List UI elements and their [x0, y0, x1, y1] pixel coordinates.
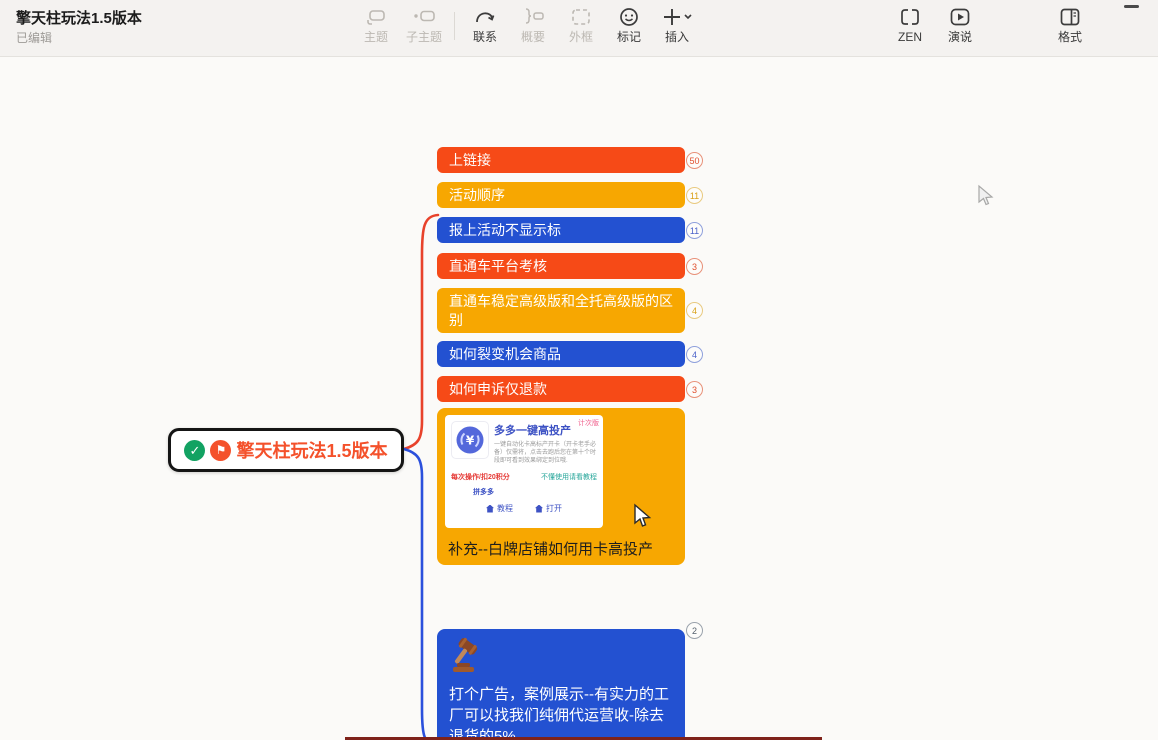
toolbar-center-group: 主题 子主题 联系	[352, 4, 701, 52]
badge-value: 3	[692, 262, 697, 272]
badge-value: 2	[692, 626, 697, 636]
topic-node[interactable]: 报上活动不显示标	[437, 217, 685, 243]
toolbar-presentation-label: 演说	[948, 30, 972, 44]
count-badge[interactable]: 4	[686, 302, 703, 319]
card-corner-tag: 计次版	[578, 418, 599, 428]
presentation-icon	[948, 4, 972, 30]
toolbar-topic-button[interactable]: 主题	[352, 4, 400, 52]
root-topic[interactable]: ✓ ⚑ 擎天柱玩法1.5版本	[168, 428, 404, 472]
home-icon	[486, 505, 494, 513]
badge-value: 11	[690, 191, 699, 201]
toolbar-insert-button[interactable]: 插入	[653, 4, 701, 52]
topic-label: 报上活动不显示标	[449, 221, 561, 240]
branch-brace-connector	[398, 197, 442, 740]
topic-node[interactable]: 上链接	[437, 147, 685, 173]
topic-node-ad[interactable]: 打个广告，案例展示--有实力的工厂可以找我们纯佣代运营收-除去退货的5%	[437, 629, 685, 740]
toolbar-boundary-label: 外框	[569, 30, 593, 44]
topic-label: 直通车平台考核	[449, 257, 547, 276]
zen-mode-icon	[898, 4, 922, 30]
card-notes-row: 每次操作/扣20积分 不懂使用请看教程	[451, 472, 597, 482]
topic-node[interactable]: 活动顺序	[437, 182, 685, 208]
count-badge[interactable]: 3	[686, 381, 703, 398]
card-header: ¥ 多多一键高投产 计次版 一键自动化卡高标产开卡（开卡老手必备）仅需将，点击去…	[451, 421, 597, 465]
summary-icon	[521, 4, 545, 30]
embedded-app-card[interactable]: ¥ 多多一键高投产 计次版 一键自动化卡高标产开卡（开卡老手必备）仅需将，点击去…	[445, 415, 603, 528]
toolbar-relationship-button[interactable]: 联系	[461, 4, 509, 52]
topic-icon	[364, 4, 388, 30]
document-status: 已编辑	[16, 29, 52, 46]
badge-value: 4	[692, 350, 697, 360]
toolbar-presentation-button[interactable]: 演说	[936, 4, 984, 52]
ghost-cursor-icon	[975, 184, 997, 208]
tutorial-button[interactable]: 教程	[486, 503, 513, 514]
toolbar-zen-button[interactable]: ZEN	[886, 4, 934, 52]
toolbar-format-label: 格式	[1058, 30, 1082, 44]
count-badge[interactable]: 2	[686, 622, 703, 639]
toolbar-right-group: ZEN 演说 格式	[886, 4, 1094, 52]
mindmap-canvas[interactable]: ✓ ⚑ 擎天柱玩法1.5版本 上链接 活动顺序 报上活动不显示标 直通车平台考核…	[0, 57, 1158, 740]
card-points-note: 每次操作/扣20积分	[451, 472, 510, 482]
count-badge[interactable]: 11	[686, 187, 703, 204]
badge-value: 4	[692, 306, 697, 316]
toolbar-relationship-label: 联系	[473, 30, 497, 44]
gavel-icon	[449, 637, 495, 675]
topic-node[interactable]: 直通车平台考核	[437, 253, 685, 279]
card-usage-tip: 不懂使用请看教程	[541, 472, 597, 482]
mindmap-app-window: 擎天柱玩法1.5版本 已编辑 主题 子	[0, 0, 1158, 740]
toolbar-topic-label: 主题	[364, 30, 388, 44]
toolbar-insert-label: 插入	[665, 30, 689, 44]
toolbar-summary-label: 概要	[521, 30, 545, 44]
tutorial-button-label: 教程	[497, 503, 513, 514]
toolbar-format-button[interactable]: 格式	[1046, 4, 1094, 52]
topic-label: 上链接	[449, 151, 491, 170]
topic-node-with-image[interactable]: ¥ 多多一键高投产 计次版 一键自动化卡高标产开卡（开卡老手必备）仅需将，点击去…	[437, 408, 685, 565]
home-icon	[535, 505, 543, 513]
boundary-icon	[569, 4, 593, 30]
count-badge[interactable]: 4	[686, 346, 703, 363]
toolbar-marker-label: 标记	[617, 30, 641, 44]
marker-icon	[617, 4, 641, 30]
topic-node[interactable]: 直通车稳定高级版和全托高级版的区别	[437, 288, 685, 333]
toolbar-separator	[454, 12, 455, 40]
check-icon[interactable]: ✓	[184, 440, 205, 461]
relationship-icon	[473, 4, 497, 30]
document-title: 擎天柱玩法1.5版本	[16, 7, 142, 28]
toolbar-subtopic-button[interactable]: 子主题	[400, 4, 448, 52]
card-buttons-row: 教程 打开	[451, 503, 597, 514]
flag-icon[interactable]: ⚑	[210, 440, 231, 461]
badge-value: 3	[692, 385, 697, 395]
svg-text:¥: ¥	[466, 434, 475, 448]
card-description: 一键自动化卡高标产开卡（开卡老手必备）仅需将，点击去跑后您在第十个时段即可看到效…	[494, 441, 597, 465]
toolbar-summary-button[interactable]: 概要	[509, 4, 557, 52]
format-panel-icon	[1058, 4, 1082, 30]
app-icon: ¥	[451, 421, 489, 459]
insert-icon	[662, 4, 692, 30]
window-control-dash	[1124, 5, 1139, 8]
card-header-text: 多多一键高投产 计次版 一键自动化卡高标产开卡（开卡老手必备）仅需将，点击去跑后…	[494, 421, 597, 465]
topic-label: 如何申诉仅退款	[449, 380, 547, 399]
topic-label: 直通车稳定高级版和全托高级版的区别	[449, 292, 673, 330]
count-badge[interactable]: 3	[686, 258, 703, 275]
topic-label: 活动顺序	[449, 186, 505, 205]
topic-label: 打个广告，案例展示--有实力的工厂可以找我们纯佣代运营收-除去退货的5%	[449, 684, 673, 740]
topic-label: 如何裂变机会商品	[449, 345, 561, 364]
open-button[interactable]: 打开	[535, 503, 562, 514]
subtopic-icon	[412, 4, 436, 30]
toolbar: 擎天柱玩法1.5版本 已编辑 主题 子	[0, 0, 1158, 57]
badge-value: 50	[689, 156, 699, 166]
toolbar-marker-button[interactable]: 标记	[605, 4, 653, 52]
topic-node[interactable]: 如何申诉仅退款	[437, 376, 685, 402]
toolbar-boundary-button[interactable]: 外框	[557, 4, 605, 52]
count-badge[interactable]: 11	[686, 222, 703, 239]
toolbar-zen-label: ZEN	[898, 30, 922, 44]
card-store-name: 拼多多	[473, 487, 597, 497]
toolbar-subtopic-label: 子主题	[406, 30, 442, 44]
count-badge[interactable]: 50	[686, 152, 703, 169]
root-topic-label: 擎天柱玩法1.5版本	[236, 437, 387, 463]
topic-label: 补充--白牌店铺如何用卡高投产	[448, 538, 653, 559]
topic-node[interactable]: 如何裂变机会商品	[437, 341, 685, 367]
open-button-label: 打开	[546, 503, 562, 514]
badge-value: 11	[690, 226, 699, 236]
card-app-title: 多多一键高投产	[494, 425, 571, 437]
